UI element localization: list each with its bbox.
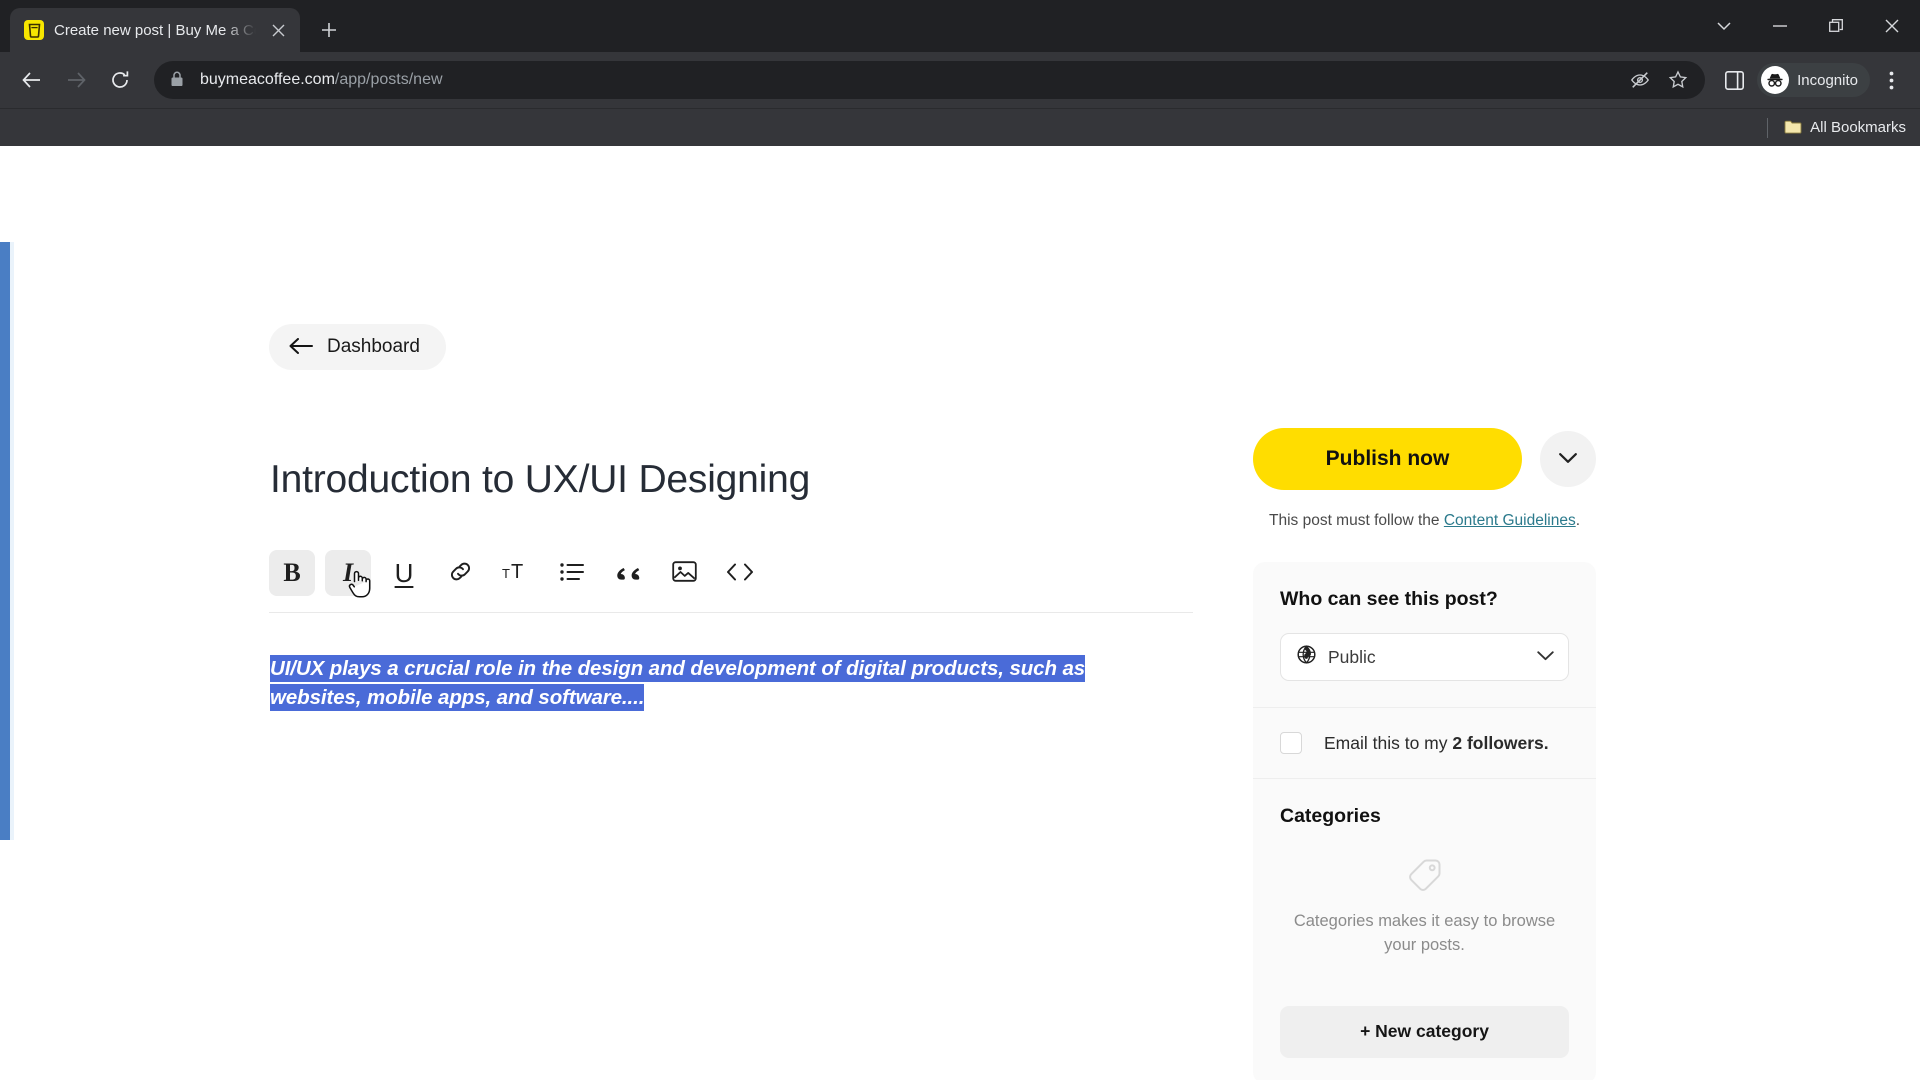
restore-icon[interactable] bbox=[1808, 0, 1864, 52]
post-body-paragraph[interactable]: UI/UX plays a crucial role in the design… bbox=[270, 654, 1182, 712]
bookmarks-divider bbox=[1767, 117, 1769, 138]
visibility-select[interactable]: Public bbox=[1280, 633, 1569, 681]
selected-text: UI/UX plays a crucial role in the design… bbox=[270, 655, 1086, 712]
italic-button[interactable]: I bbox=[325, 550, 371, 598]
window-controls bbox=[1696, 0, 1920, 52]
globe-icon bbox=[1297, 645, 1316, 669]
dashboard-back-button[interactable]: Dashboard bbox=[269, 324, 446, 370]
svg-text:T: T bbox=[502, 566, 510, 581]
publish-row: Publish now bbox=[1253, 428, 1596, 490]
publish-now-button[interactable]: Publish now bbox=[1253, 428, 1522, 490]
image-button[interactable] bbox=[661, 550, 707, 596]
svg-text:T: T bbox=[511, 561, 523, 583]
content-guidelines-link[interactable]: Content Guidelines bbox=[1444, 512, 1576, 529]
profile-label: Incognito bbox=[1797, 71, 1858, 89]
email-followers-label: Email this to my 2 followers. bbox=[1324, 733, 1549, 754]
profile-incognito-chip[interactable]: Incognito bbox=[1757, 63, 1870, 97]
url-text: buymeacoffee.com/app/posts/new bbox=[200, 71, 1615, 89]
bold-button[interactable]: B bbox=[269, 550, 315, 596]
code-button[interactable] bbox=[717, 550, 763, 596]
chevron-down-icon bbox=[1559, 452, 1577, 467]
underline-button[interactable]: U bbox=[381, 550, 427, 596]
visibility-section: Who can see this post? Public bbox=[1253, 562, 1596, 707]
tab-title: Create new post | Buy Me a Coff bbox=[54, 21, 256, 39]
new-category-button[interactable]: + New category bbox=[1280, 1005, 1569, 1058]
minimize-icon[interactable] bbox=[1752, 0, 1808, 52]
bullet-list-button[interactable] bbox=[549, 550, 595, 596]
tag-icon bbox=[1404, 854, 1446, 896]
list-icon bbox=[560, 562, 584, 585]
code-icon bbox=[727, 563, 753, 584]
incognito-icon bbox=[1761, 66, 1790, 94]
browser-window: Create new post | Buy Me a Coff buymeaco… bbox=[0, 0, 1920, 1080]
url-path: /app/posts/new bbox=[334, 71, 443, 88]
italic-icon: I bbox=[342, 558, 354, 587]
page-viewport: Dashboard Introduction to UX/UI Designin… bbox=[0, 146, 1920, 1080]
categories-empty-state: Categories makes it easy to browse your … bbox=[1280, 828, 1569, 958]
quote-icon bbox=[616, 563, 640, 584]
side-panel-icon[interactable] bbox=[1717, 63, 1751, 97]
close-icon[interactable] bbox=[266, 18, 290, 42]
forward-arrow-icon[interactable] bbox=[56, 60, 96, 100]
address-bar[interactable]: buymeacoffee.com/app/posts/new bbox=[154, 61, 1706, 99]
post-settings-card: Who can see this post? Public Email this… bbox=[1253, 562, 1596, 1080]
kebab-menu-icon[interactable] bbox=[1874, 63, 1908, 97]
publish-options-button[interactable] bbox=[1540, 431, 1596, 487]
dashboard-back-label: Dashboard bbox=[327, 336, 420, 357]
text-size-button[interactable]: TT bbox=[493, 550, 539, 596]
coffee-cup-icon bbox=[24, 20, 44, 40]
url-domain: buymeacoffee.com bbox=[200, 71, 335, 88]
window-close-icon[interactable] bbox=[1864, 0, 1920, 52]
all-bookmarks-label[interactable]: All Bookmarks bbox=[1810, 119, 1906, 136]
reload-icon[interactable] bbox=[100, 60, 140, 100]
lock-icon bbox=[170, 71, 188, 89]
email-followers-row[interactable]: Email this to my 2 followers. bbox=[1253, 708, 1596, 778]
categories-title: Categories bbox=[1280, 805, 1381, 827]
back-arrow-icon[interactable] bbox=[12, 60, 52, 100]
editor-format-toolbar: B I U T T bbox=[269, 550, 1193, 613]
underline-icon: U bbox=[394, 558, 414, 588]
bookmarks-bar: All Bookmarks bbox=[0, 108, 1920, 146]
visibility-value: Public bbox=[1328, 646, 1376, 667]
categories-section: Categories Categories makes it easy to b… bbox=[1253, 779, 1596, 1080]
eye-off-icon[interactable] bbox=[1627, 67, 1653, 93]
bold-icon: B bbox=[283, 558, 301, 587]
quote-button[interactable] bbox=[605, 550, 651, 596]
email-prefix: Email this to my bbox=[1324, 732, 1453, 753]
tab-strip: Create new post | Buy Me a Coff bbox=[0, 0, 1920, 52]
content-guidelines-note: This post must follow the Content Guidel… bbox=[1253, 512, 1596, 530]
follower-count: 2 followers. bbox=[1452, 732, 1549, 753]
post-editor-page: Dashboard Introduction to UX/UI Designin… bbox=[0, 146, 1920, 1080]
guideline-prefix: This post must follow the bbox=[1268, 512, 1444, 529]
new-tab-button[interactable] bbox=[310, 11, 348, 49]
link-button[interactable] bbox=[437, 550, 483, 596]
categories-empty-text: Categories makes it easy to browse your … bbox=[1293, 912, 1556, 954]
star-icon[interactable] bbox=[1665, 67, 1691, 93]
link-icon bbox=[448, 559, 473, 587]
browser-toolbar: buymeacoffee.com/app/posts/new Incognito bbox=[0, 52, 1920, 108]
browser-tab[interactable]: Create new post | Buy Me a Coff bbox=[10, 8, 300, 52]
editor-content-area[interactable]: UI/UX plays a crucial role in the design… bbox=[270, 654, 1182, 712]
text-size-icon: TT bbox=[502, 561, 530, 586]
arrow-left-icon bbox=[289, 337, 313, 357]
visibility-title: Who can see this post? bbox=[1280, 588, 1498, 610]
chevron-down-icon bbox=[1537, 648, 1554, 666]
guideline-suffix: . bbox=[1575, 512, 1581, 529]
publish-sidebar: Publish now This post must follow the Co… bbox=[1253, 428, 1596, 1080]
tab-search-icon[interactable] bbox=[1696, 0, 1752, 52]
post-title[interactable]: Introduction to UX/UI Designing bbox=[270, 458, 810, 502]
email-followers-checkbox[interactable] bbox=[1280, 732, 1302, 754]
folder-icon bbox=[1784, 119, 1802, 137]
image-icon bbox=[671, 560, 697, 586]
